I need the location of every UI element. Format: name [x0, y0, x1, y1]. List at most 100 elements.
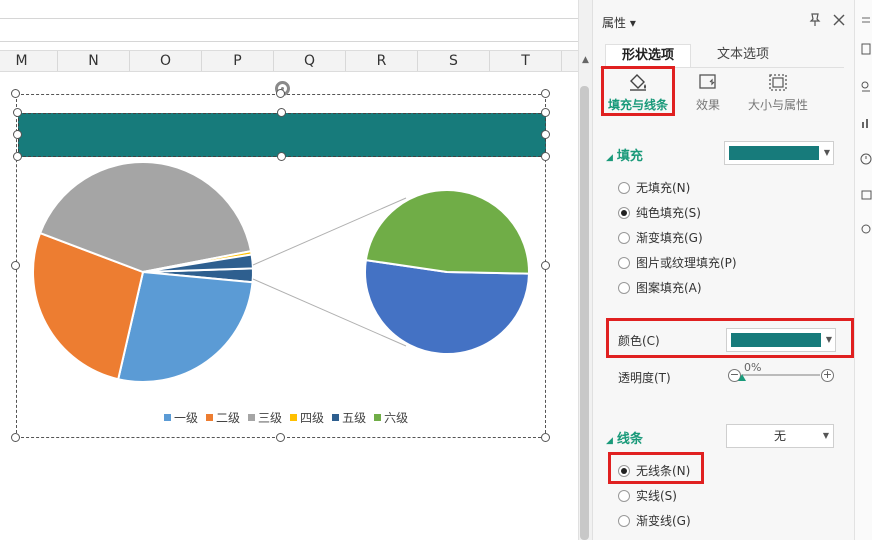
collapse-triangle-icon: ◢ [606, 436, 613, 446]
legend-swatch [332, 414, 340, 421]
fill-option-label: 图片或纹理填充(P) [636, 256, 737, 270]
fill-color-swatch [729, 146, 819, 160]
radio-button[interactable] [618, 206, 630, 219]
fill-option[interactable]: 纯色填充(S) [618, 204, 701, 221]
fill-option-label: 渐变填充(G) [636, 231, 703, 245]
legend-item: 四级 [290, 409, 324, 426]
legend-item: 六级 [374, 409, 408, 426]
color-label: 颜色(C) [618, 334, 660, 348]
chart-legend: 一级 二级 三级 四级 五级 六级 [164, 409, 408, 426]
resize-handle[interactable] [13, 130, 22, 139]
line-option-label: 无线条(N) [636, 464, 691, 478]
legend-item: 一级 [164, 409, 198, 426]
panel-title[interactable]: 属性 ▾ [602, 14, 636, 31]
dropdown-arrow-icon: ▼ [823, 148, 830, 157]
fill-color-dropdown[interactable]: ▼ [724, 141, 834, 165]
line-option-label: 实线(S) [636, 489, 677, 503]
size-icon [769, 74, 787, 91]
legend-swatch [164, 414, 171, 421]
resize-handle[interactable] [13, 152, 22, 161]
resize-handle[interactable] [13, 108, 22, 117]
close-icon[interactable] [832, 13, 846, 27]
dropdown-arrow-icon: ▼ [822, 431, 829, 440]
resize-handle[interactable] [11, 433, 20, 442]
color-swatch [731, 333, 821, 347]
resize-handle[interactable] [541, 89, 550, 98]
chart-icon[interactable] [860, 116, 872, 130]
radio-button[interactable] [618, 489, 630, 502]
radio-button[interactable] [618, 256, 630, 269]
resize-handle[interactable] [276, 433, 285, 442]
legend-swatch [374, 414, 382, 421]
line-option[interactable]: 渐变线(G) [618, 512, 691, 529]
resize-handle[interactable] [277, 108, 286, 117]
resize-handle[interactable] [11, 89, 20, 98]
transparency-label: 透明度(T) [618, 371, 671, 385]
clock-icon[interactable] [860, 152, 872, 166]
fill-option[interactable]: 图片或纹理填充(P) [618, 254, 737, 271]
subtab-fill-and-line[interactable]: 填充与线条 [601, 66, 675, 116]
resize-handle[interactable] [541, 108, 550, 117]
legend-label: 六级 [384, 411, 409, 425]
legend-item: 二级 [206, 409, 240, 426]
line-dropdown-value: 无 [773, 429, 786, 443]
legend-label: 一级 [174, 411, 199, 425]
slider-thumb[interactable] [738, 374, 746, 381]
scrollbar-thumb[interactable] [580, 86, 589, 540]
resize-handle[interactable] [541, 152, 550, 161]
line-option[interactable]: 实线(S) [618, 487, 677, 504]
menu-icon[interactable] [860, 14, 872, 28]
legend-label: 五级 [342, 411, 367, 425]
radio-button[interactable] [618, 181, 630, 194]
legend-item: 三级 [248, 409, 282, 426]
legend-swatch [248, 414, 256, 421]
line-section-title[interactable]: ◢ 线条 [606, 428, 643, 447]
pin-icon[interactable] [808, 13, 822, 27]
transparency-slider[interactable] [742, 374, 820, 376]
resize-handle[interactable] [277, 152, 286, 161]
line-section-label: 线条 [616, 432, 643, 447]
tab-shape-options[interactable]: 形状选项 [605, 44, 691, 68]
line-option[interactable]: 无线条(N) [618, 462, 690, 479]
color-dropdown[interactable]: ▼ [726, 328, 836, 352]
image-icon[interactable] [860, 188, 872, 202]
resize-handle[interactable] [541, 433, 550, 442]
fill-option[interactable]: 无填充(N) [618, 179, 690, 196]
tab-text-options[interactable]: 文本选项 [700, 44, 786, 68]
fill-option-label: 图案填充(A) [636, 281, 702, 295]
effect-icon [699, 74, 716, 89]
transparency-value: 0% [744, 361, 762, 374]
fill-option[interactable]: 图案填充(A) [618, 279, 702, 296]
dropdown-arrow-icon: ▼ [825, 335, 832, 344]
plus-icon[interactable]: + [821, 369, 834, 382]
properties-icon[interactable] [860, 80, 872, 94]
subtab-effect[interactable]: 效果 [688, 72, 728, 113]
line-option-label: 渐变线(G) [636, 514, 691, 528]
radio-button[interactable] [618, 281, 630, 294]
fill-section-label: 填充 [616, 149, 643, 164]
legend-item: 五级 [332, 409, 366, 426]
radio-button[interactable] [618, 464, 630, 477]
document-icon[interactable] [860, 42, 872, 56]
resize-handle[interactable] [276, 89, 285, 98]
settings-icon[interactable] [860, 222, 872, 236]
radio-button[interactable] [618, 514, 630, 527]
fill-option[interactable]: 渐变填充(G) [618, 229, 703, 246]
fill-option-label: 纯色填充(S) [636, 206, 701, 220]
legend-label: 四级 [300, 411, 325, 425]
fill-option-label: 无填充(N) [636, 181, 691, 195]
radio-button[interactable] [618, 231, 630, 244]
legend-swatch [206, 414, 214, 421]
legend-swatch [290, 414, 298, 421]
resize-handle[interactable] [541, 261, 550, 270]
line-dropdown[interactable]: 无 ▼ [726, 424, 834, 448]
resize-handle[interactable] [541, 130, 550, 139]
subtab-size-label: 大小与属性 [747, 98, 808, 112]
chart-title-shape[interactable] [18, 113, 546, 157]
resize-handle[interactable] [11, 261, 20, 270]
subtab-size-properties[interactable]: 大小与属性 [744, 72, 812, 113]
subtab-fill-label: 填充与线条 [607, 98, 668, 112]
paint-bucket-icon [630, 74, 646, 91]
scroll-up-icon[interactable]: ▲ [582, 55, 589, 65]
fill-section-title[interactable]: ◢ 填充 [606, 145, 643, 164]
